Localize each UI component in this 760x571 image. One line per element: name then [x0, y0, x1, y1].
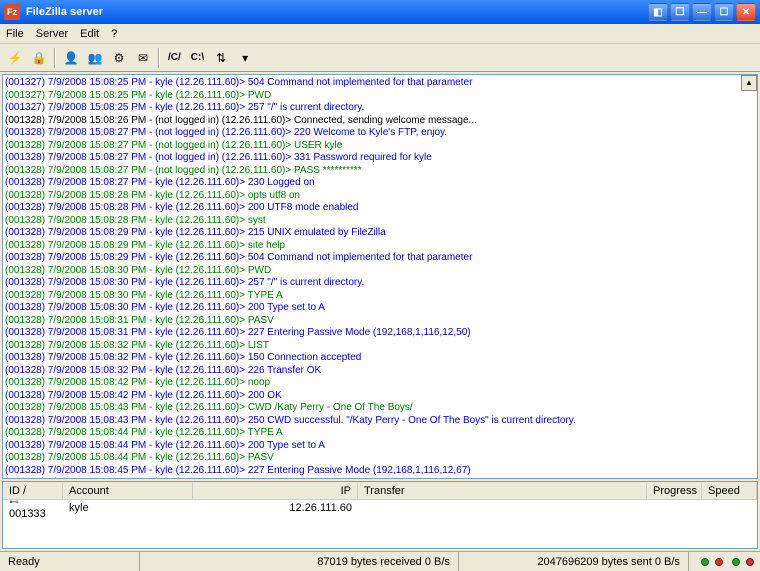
log-line: (001327) 7/9/2008 15:08:25 PM - kyle (12… — [5, 77, 755, 90]
connection-row[interactable]: ⊷001333kyle12.26.111.60 — [3, 500, 757, 516]
log-line: (001328) 7/9/2008 15:08:44 PM - kyle (12… — [5, 427, 755, 440]
maximize-button[interactable]: ☐ — [714, 3, 734, 21]
titlebar[interactable]: Fz FileZilla server ◧ ❐ — ☐ ✕ — [0, 0, 760, 24]
header-ip[interactable]: IP — [193, 483, 358, 499]
log-line: (001328) 7/9/2008 15:08:28 PM - kyle (12… — [5, 202, 755, 215]
window-title: FileZilla server — [26, 6, 648, 18]
log-line: (001328) 7/9/2008 15:08:28 PM - kyle (12… — [5, 190, 755, 203]
log-line: (001328) 7/9/2008 15:08:43 PM - kyle (12… — [5, 415, 755, 428]
scroll-up-icon[interactable]: ▴ — [741, 75, 757, 91]
log-line: (001328) 7/9/2008 15:08:29 PM - kyle (12… — [5, 227, 755, 240]
status-received: 87019 bytes received 0 B/s — [140, 552, 459, 571]
log-pane[interactable]: ▴ (001327) 7/9/2008 15:08:25 PM - kyle (… — [2, 74, 758, 479]
log-line: (001328) 7/9/2008 15:08:44 PM - kyle (12… — [5, 452, 755, 465]
log-line: (001328) 7/9/2008 15:08:42 PM - kyle (12… — [5, 390, 755, 403]
log-line: (001327) 7/9/2008 15:08:25 PM - kyle (12… — [5, 90, 755, 103]
header-transfer[interactable]: Transfer — [358, 483, 647, 499]
menu-file[interactable]: File — [6, 28, 24, 40]
log-line: (001328) 7/9/2008 15:08:45 PM - kyle (12… — [5, 465, 755, 478]
app-icon: Fz — [4, 4, 20, 20]
separator — [158, 48, 160, 68]
log-line: (001328) 7/9/2008 15:08:42 PM - kyle (12… — [5, 377, 755, 390]
log-line: (001328) 7/9/2008 15:08:31 PM - kyle (12… — [5, 327, 755, 340]
lightning-icon[interactable]: ⚡ — [4, 47, 26, 69]
log-line: (001328) 7/9/2008 15:08:29 PM - kyle (12… — [5, 240, 755, 253]
log-line: (001328) 7/9/2008 15:08:27 PM - (not log… — [5, 152, 755, 165]
lock-icon[interactable]: 🔒 — [28, 47, 50, 69]
minimize-button[interactable]: — — [692, 3, 712, 21]
connections-pane: ID / Account IP Transfer Progress Speed … — [2, 481, 758, 549]
user-icon[interactable]: 👤 — [60, 47, 82, 69]
dropdown-icon[interactable]: ▾ — [234, 47, 256, 69]
settings-icon[interactable]: ⚙ — [108, 47, 130, 69]
separator — [54, 48, 56, 68]
log-line: (001328) 7/9/2008 15:08:32 PM - kyle (12… — [5, 352, 755, 365]
drive-button-2[interactable]: C:\ — [187, 47, 208, 69]
status-ready: Ready — [0, 552, 140, 571]
log-line: (001328) 7/9/2008 15:08:26 PM - (not log… — [5, 115, 755, 128]
menu-help[interactable]: ? — [111, 28, 117, 40]
drive-button-1[interactable]: /C/ — [164, 47, 185, 69]
log-line: (001328) 7/9/2008 15:08:43 PM - kyle (12… — [5, 402, 755, 415]
mail-icon[interactable]: ✉ — [132, 47, 154, 69]
header-progress[interactable]: Progress — [647, 483, 702, 499]
led-green-icon — [732, 558, 740, 566]
log-line: (001327) 7/9/2008 15:08:25 PM - kyle (12… — [5, 102, 755, 115]
log-line: (001328) 7/9/2008 15:08:29 PM - kyle (12… — [5, 252, 755, 265]
log-line: (001328) 7/9/2008 15:08:31 PM - kyle (12… — [5, 315, 755, 328]
led-red-icon — [746, 558, 754, 566]
log-line: (001328) 7/9/2008 15:08:32 PM - kyle (12… — [5, 340, 755, 353]
menu-edit[interactable]: Edit — [80, 28, 99, 40]
log-line: (001328) 7/9/2008 15:08:27 PM - kyle (12… — [5, 177, 755, 190]
log-line: (001328) 7/9/2008 15:08:30 PM - kyle (12… — [5, 277, 755, 290]
log-line: (001328) 7/9/2008 15:08:30 PM - kyle (12… — [5, 265, 755, 278]
connection-icon: ⊷ — [9, 497, 21, 508]
menu-server[interactable]: Server — [36, 28, 68, 40]
led-red-icon — [715, 558, 723, 566]
menubar: File Server Edit ? — [0, 24, 760, 44]
log-line: (001328) 7/9/2008 15:08:30 PM - kyle (12… — [5, 290, 755, 303]
log-line: (001328) 7/9/2008 15:08:44 PM - kyle (12… — [5, 440, 755, 453]
toolbar: ⚡ 🔒 👤 👥 ⚙ ✉ /C/ C:\ ⇅ ▾ — [0, 44, 760, 72]
header-speed[interactable]: Speed — [702, 483, 757, 499]
log-line: (001328) 7/9/2008 15:08:27 PM - (not log… — [5, 165, 755, 178]
restore1-button[interactable]: ❐ — [670, 3, 690, 21]
close-button[interactable]: ✕ — [736, 3, 756, 21]
log-line: (001328) 7/9/2008 15:08:27 PM - (not log… — [5, 127, 755, 140]
header-account[interactable]: Account — [63, 483, 193, 499]
statusbar: Ready 87019 bytes received 0 B/s 2047696… — [0, 551, 760, 571]
log-line: (001328) 7/9/2008 15:08:32 PM - kyle (12… — [5, 365, 755, 378]
log-line: (001328) 7/9/2008 15:08:45 PM - kyle (12… — [5, 477, 755, 479]
help-button[interactable]: ◧ — [648, 3, 668, 21]
sort-icon[interactable]: ⇅ — [210, 47, 232, 69]
log-line: (001328) 7/9/2008 15:08:27 PM - (not log… — [5, 140, 755, 153]
users-icon[interactable]: 👥 — [84, 47, 106, 69]
log-line: (001328) 7/9/2008 15:08:28 PM - kyle (12… — [5, 215, 755, 228]
log-line: (001328) 7/9/2008 15:08:30 PM - kyle (12… — [5, 302, 755, 315]
led-green-icon — [701, 558, 709, 566]
connections-header: ID / Account IP Transfer Progress Speed — [3, 482, 757, 500]
status-sent: 2047696209 bytes sent 0 B/s — [459, 552, 689, 571]
